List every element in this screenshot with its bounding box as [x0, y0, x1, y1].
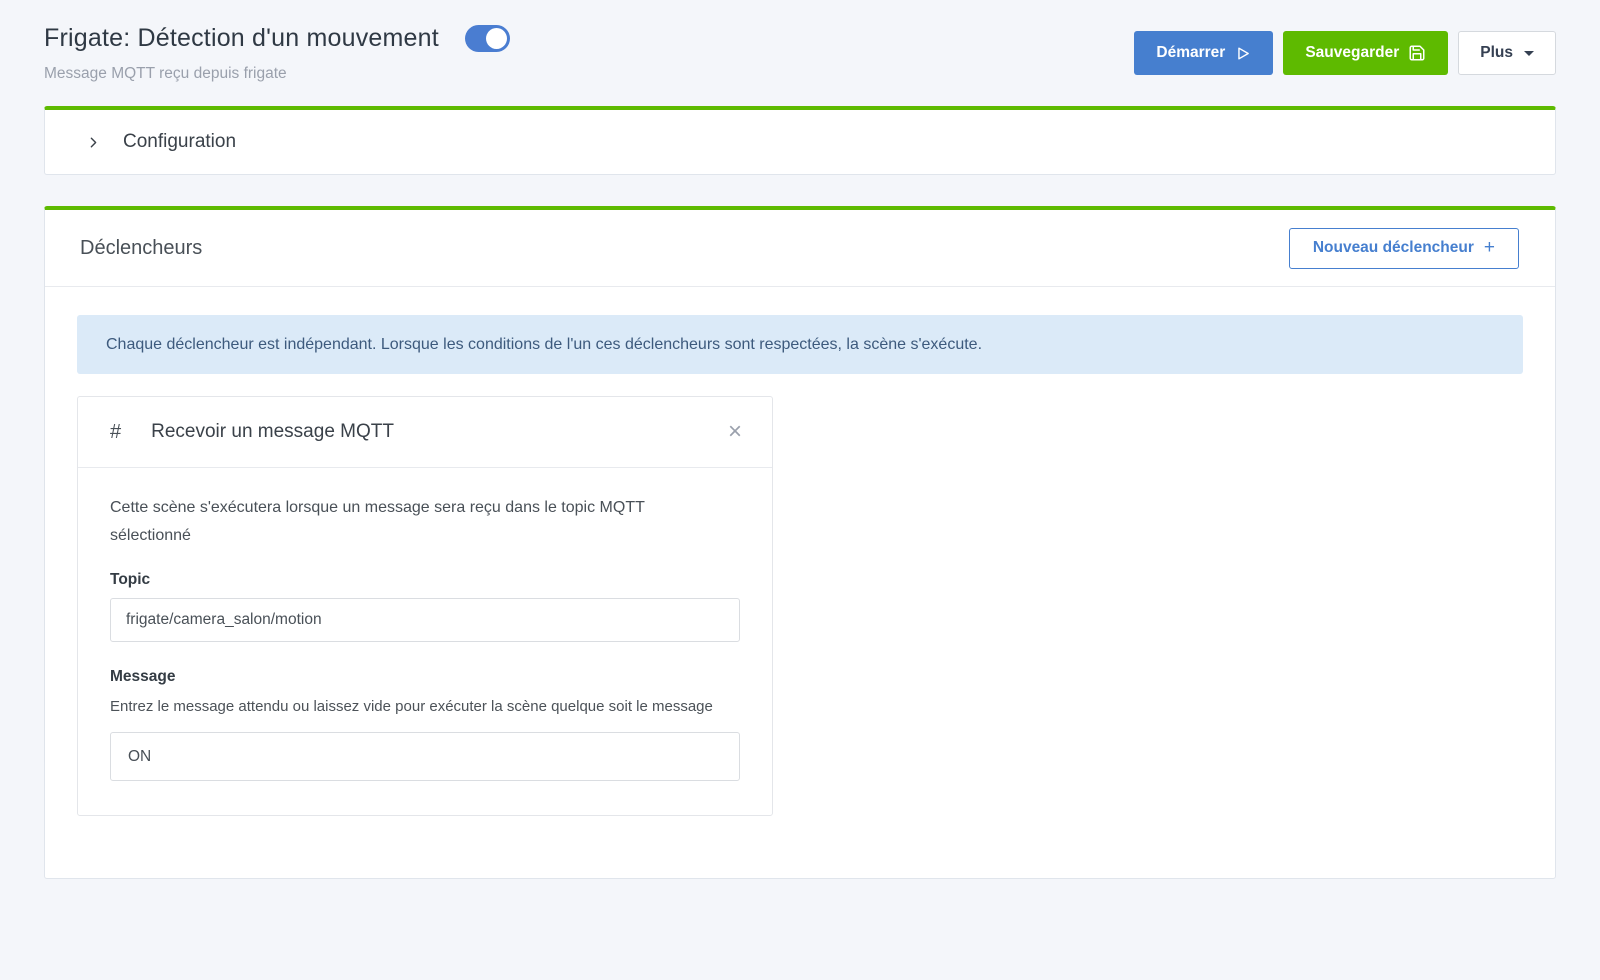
start-scene-label: Démarrer — [1156, 44, 1225, 62]
more-menu-label: Plus — [1480, 44, 1513, 62]
message-input[interactable] — [110, 732, 740, 781]
configuration-card[interactable]: Configuration — [44, 106, 1556, 175]
scene-active-toggle[interactable] — [465, 25, 510, 52]
play-icon — [1234, 45, 1251, 62]
save-scene-label: Sauvegarder — [1305, 44, 1399, 62]
trigger-title: Recevoir un message MQTT — [151, 421, 728, 443]
start-scene-button[interactable]: Démarrer — [1134, 31, 1273, 75]
triggers-title: Déclencheurs — [80, 237, 202, 260]
toggle-knob — [486, 28, 507, 49]
plus-icon: + — [1484, 237, 1495, 259]
message-label: Message — [110, 668, 740, 686]
close-icon[interactable]: × — [728, 420, 742, 444]
trigger-header: # Recevoir un message MQTT × — [78, 397, 772, 468]
trigger-body: Cette scène s'exécutera lorsque un messa… — [78, 468, 772, 815]
triggers-card: Déclencheurs Nouveau déclencheur + Chaqu… — [44, 206, 1556, 879]
caret-down-icon — [1524, 51, 1534, 56]
hash-icon: # — [110, 421, 121, 444]
chevron-right-icon — [85, 134, 102, 151]
trigger-card-mqtt: # Recevoir un message MQTT × Cette scène… — [77, 396, 773, 816]
trigger-description: Cette scène s'exécutera lorsque un messa… — [110, 494, 710, 550]
floppy-save-icon — [1408, 44, 1426, 62]
new-trigger-label: Nouveau déclencheur — [1313, 239, 1474, 257]
page-header: Frigate: Détection d'un mouvement Messag… — [44, 24, 1556, 83]
page-header-left: Frigate: Détection d'un mouvement Messag… — [44, 24, 510, 83]
triggers-header: Déclencheurs Nouveau déclencheur + — [45, 210, 1555, 287]
header-actions: Démarrer Sauvegarder Plus — [1134, 31, 1556, 75]
configuration-label: Configuration — [123, 131, 236, 153]
new-trigger-button[interactable]: Nouveau déclencheur + — [1289, 228, 1519, 269]
page-subtitle: Message MQTT reçu depuis frigate — [44, 65, 510, 83]
topic-label: Topic — [110, 571, 740, 589]
triggers-info-alert: Chaque déclencheur est indépendant. Lors… — [77, 315, 1523, 374]
save-scene-button[interactable]: Sauvegarder — [1283, 31, 1448, 75]
message-help-text: Entrez le message attendu ou laissez vid… — [110, 694, 740, 720]
more-menu-button[interactable]: Plus — [1458, 31, 1556, 75]
page-title: Frigate: Détection d'un mouvement — [44, 24, 439, 53]
triggers-body: Chaque déclencheur est indépendant. Lors… — [45, 287, 1555, 878]
scene-editor-page: Frigate: Détection d'un mouvement Messag… — [0, 0, 1600, 879]
topic-input[interactable] — [110, 598, 740, 642]
